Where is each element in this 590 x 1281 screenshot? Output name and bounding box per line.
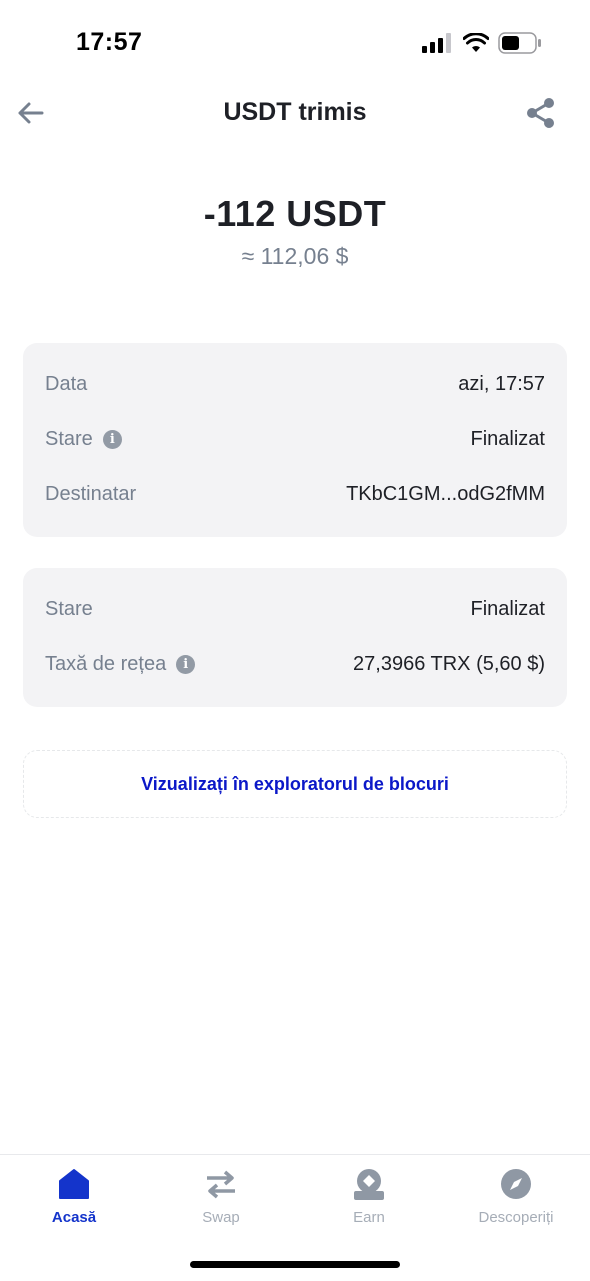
network-status-label: Stare [45, 598, 93, 620]
transaction-amount: -112 USDT [203, 193, 387, 234]
network-fee-value: 27,3966 TRX (5,60 $) [353, 653, 545, 675]
header: USDT trimis [0, 84, 590, 144]
network-card: Stare Finalizat Taxă de rețea i 27,3966 … [23, 568, 567, 707]
details-card: Data azi, 17:57 Stare i Finalizat Destin… [23, 343, 567, 537]
nav-label-home: Acasă [51, 1209, 97, 1226]
recipient-address[interactable]: TKbC1GM...odG2fMM [346, 483, 545, 506]
explorer-button-label: Vizualizați în exploratorul de blocuri [141, 773, 449, 794]
share-icon[interactable] [524, 96, 558, 130]
amount-block: -112 USDT ≈ 112,06 $ [0, 193, 590, 270]
wifi-icon [463, 33, 489, 52]
battery-icon [498, 32, 541, 54]
compass-icon [501, 1169, 531, 1199]
nav-item-earn[interactable]: Earn [295, 1167, 443, 1226]
swap-arrows-icon [207, 1170, 235, 1199]
info-icon[interactable]: i [102, 430, 122, 449]
nav-item-discover[interactable]: Descoperiți [442, 1167, 590, 1226]
home-icon [59, 1169, 89, 1199]
view-in-explorer-button[interactable]: Vizualizați în exploratorul de blocuri [23, 750, 567, 818]
nav-label-swap: Swap [202, 1209, 240, 1226]
home-indicator [190, 1261, 400, 1268]
amount-fiat-value: ≈ 112,06 $ [241, 243, 349, 269]
cellular-signal-icon [422, 33, 451, 53]
network-status-value: Finalizat [470, 598, 545, 620]
nav-label-discover: Descoperiți [478, 1209, 554, 1226]
status-value: Finalizat [470, 428, 545, 450]
info-icon[interactable]: i [176, 655, 196, 674]
recipient-row[interactable]: Destinatar TKbC1GM...odG2fMM [45, 483, 545, 513]
status-time: 17:57 [76, 28, 143, 56]
recipient-label: Destinatar [45, 483, 137, 505]
nav-item-swap[interactable]: Swap [147, 1167, 295, 1226]
earn-icon [354, 1169, 384, 1200]
date-label: Data [45, 373, 88, 395]
page-title: USDT trimis [223, 98, 367, 126]
status-row: Stare i Finalizat [45, 428, 545, 458]
network-fee-row: Taxă de rețea i 27,3966 TRX (5,60 $) [45, 653, 545, 683]
date-row: Data azi, 17:57 [45, 373, 545, 403]
date-value: azi, 17:57 [458, 373, 545, 395]
status-bar: 17:57 [0, 0, 590, 80]
network-fee-label: Taxă de rețea [45, 653, 167, 675]
nav-label-earn: Earn [353, 1209, 385, 1226]
network-status-row: Stare Finalizat [45, 598, 545, 628]
nav-item-home[interactable]: Acasă [0, 1167, 148, 1226]
status-label: Stare [45, 428, 93, 450]
